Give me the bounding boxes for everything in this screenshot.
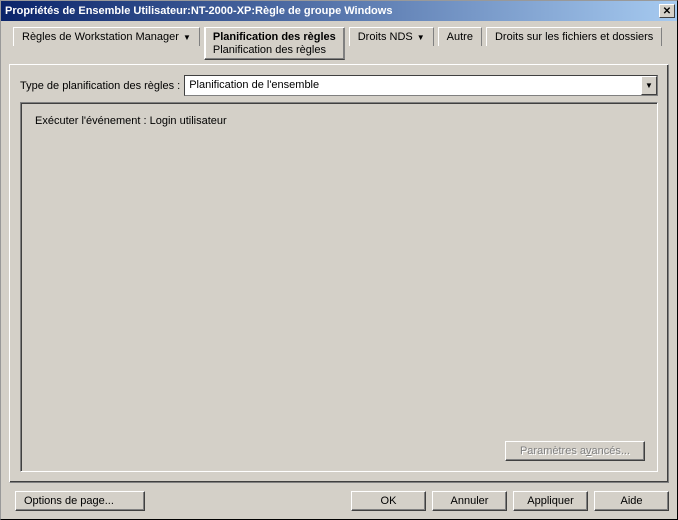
schedule-event-text: Exécuter l'événement : Login utilisateur xyxy=(35,115,643,127)
chevron-down-icon: ▼ xyxy=(417,33,425,42)
help-button[interactable]: Aide xyxy=(594,491,669,511)
schedule-type-label: Type de planification des règles : xyxy=(20,80,180,92)
apply-button[interactable]: Appliquer xyxy=(513,491,588,511)
cancel-button[interactable]: Annuler xyxy=(432,491,507,511)
tab-panel: Type de planification des règles : Plani… xyxy=(9,64,669,483)
tab-label: Droits NDS xyxy=(358,31,413,43)
window-title: Propriétés de Ensemble Utilisateur:NT-20… xyxy=(5,5,657,17)
tab-label: Droits sur les fichiers et dossiers xyxy=(495,31,653,43)
schedule-type-row: Type de planification des règles : Plani… xyxy=(20,75,658,96)
chevron-down-icon: ▼ xyxy=(645,81,653,90)
dropdown-button[interactable]: ▼ xyxy=(641,76,657,95)
ok-button[interactable]: OK xyxy=(351,491,426,511)
tab-label: Règles de Workstation Manager xyxy=(22,31,179,43)
schedule-type-value: Planification de l'ensemble xyxy=(185,76,641,95)
tab-label: Autre xyxy=(447,31,473,43)
tab-workstation-manager[interactable]: Règles de Workstation Manager ▼ xyxy=(13,27,200,46)
dialog-window: Propriétés de Ensemble Utilisateur:NT-20… xyxy=(0,0,678,520)
advanced-settings-button[interactable]: Paramètres avancés... xyxy=(505,441,645,461)
close-button[interactable]: ✕ xyxy=(659,4,675,18)
tab-file-rights[interactable]: Droits sur les fichiers et dossiers xyxy=(486,27,662,46)
tab-rule-scheduling[interactable]: Planification des règles Planification d… xyxy=(204,27,345,60)
tab-nds-rights[interactable]: Droits NDS ▼ xyxy=(349,27,434,46)
chevron-down-icon: ▼ xyxy=(183,33,191,42)
tab-label: Planification des règles xyxy=(213,31,336,43)
close-icon: ✕ xyxy=(663,6,671,17)
schedule-type-select[interactable]: Planification de l'ensemble ▼ xyxy=(184,75,658,96)
client-area: Règles de Workstation Manager ▼ Planific… xyxy=(1,21,677,519)
tab-sublabel: Planification des règles xyxy=(213,44,336,56)
page-options-button[interactable]: Options de page... xyxy=(15,491,145,511)
schedule-detail-panel: Exécuter l'événement : Login utilisateur… xyxy=(20,102,658,472)
tab-other[interactable]: Autre xyxy=(438,27,482,46)
dialog-button-row: Options de page... OK Annuler Appliquer … xyxy=(9,491,669,511)
tab-strip: Règles de Workstation Manager ▼ Planific… xyxy=(9,27,669,60)
title-bar: Propriétés de Ensemble Utilisateur:NT-20… xyxy=(1,1,677,21)
advanced-button-wrap: Paramètres avancés... xyxy=(505,441,645,461)
